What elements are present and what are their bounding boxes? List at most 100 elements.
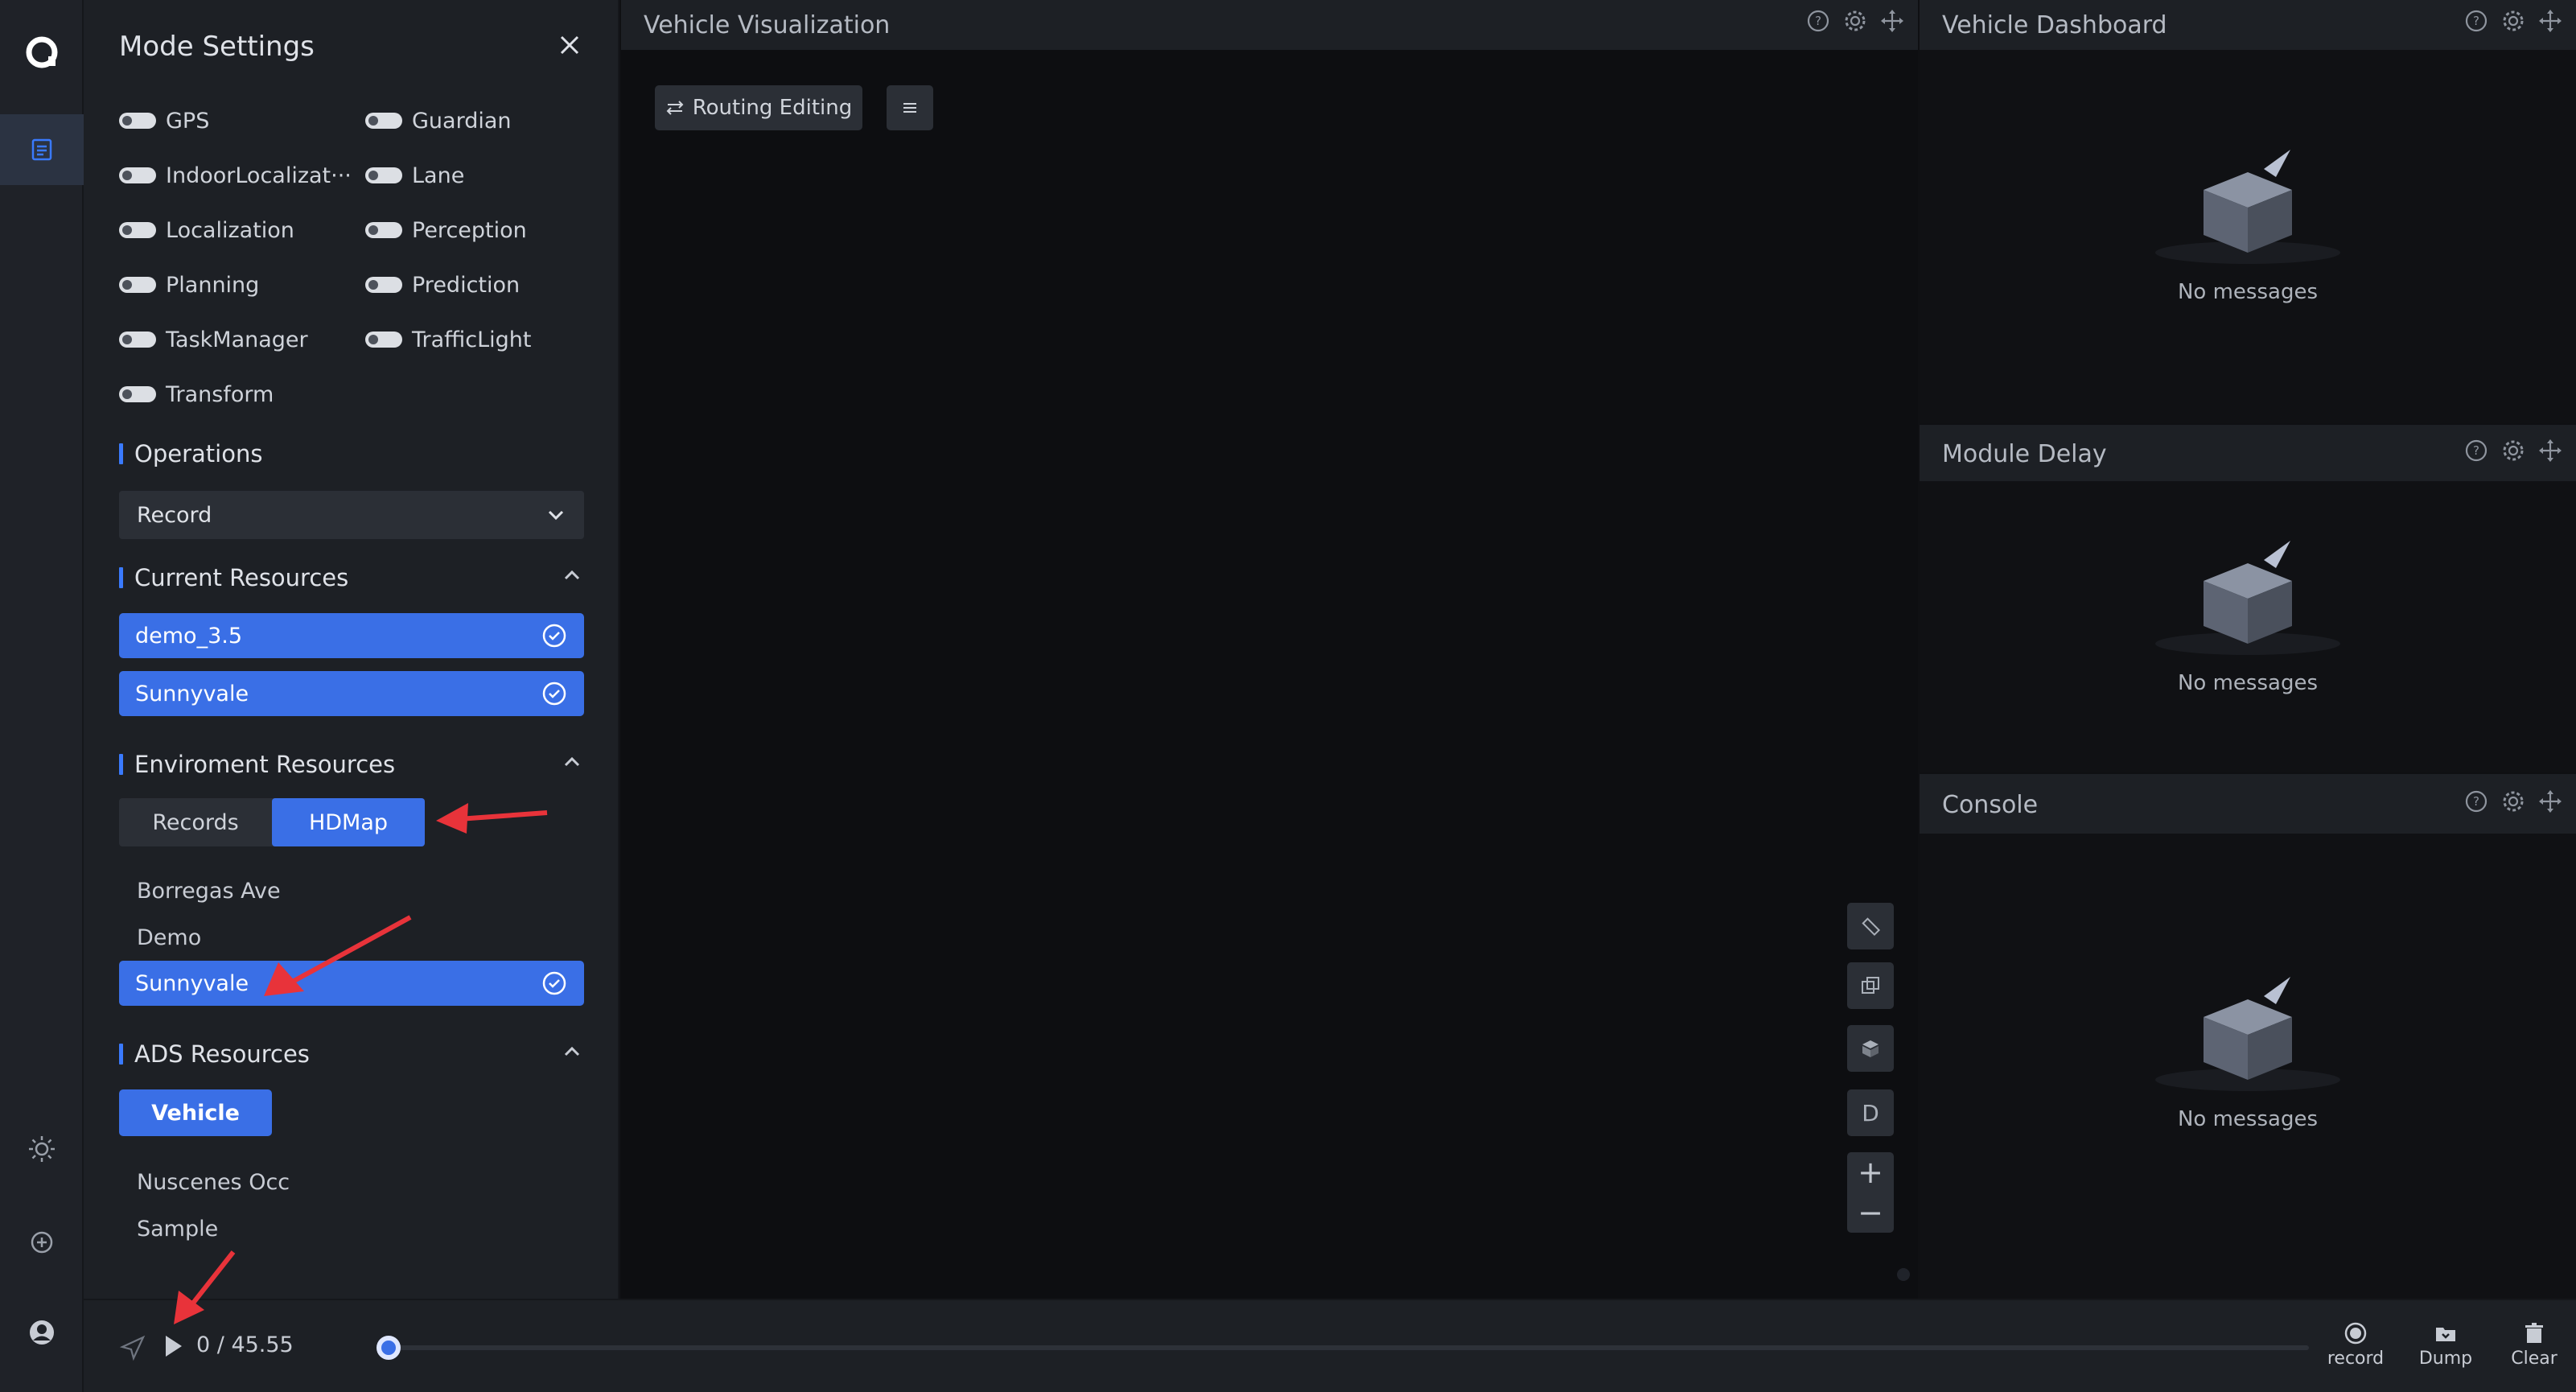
progress-track[interactable] (386, 1345, 2309, 1350)
chevron-up-icon[interactable] (560, 563, 584, 587)
section-marker (119, 1044, 123, 1065)
empty-box-icon (2155, 541, 2340, 655)
module-toggle-prediction[interactable]: Prediction (365, 269, 520, 301)
app-root: Mode Settings GPS Guardian IndoorLocaliz… (0, 0, 2576, 1392)
gear-icon[interactable] (1842, 8, 1868, 34)
module-toggle-guardian[interactable]: Guardian (365, 105, 512, 137)
operations-select[interactable]: Record (119, 491, 584, 539)
close-button[interactable] (555, 31, 584, 60)
section-marker (119, 567, 123, 588)
progress-knob[interactable] (377, 1336, 401, 1360)
toggle-switch[interactable] (119, 222, 156, 238)
panel-title: Mode Settings (119, 31, 315, 63)
toggle-switch[interactable] (119, 386, 156, 402)
env-item-borregas-ave[interactable]: Borregas Ave (137, 879, 281, 904)
svg-text:?: ? (2473, 443, 2479, 458)
panel-header-icons: ? (2463, 789, 2563, 814)
rail-mode-settings[interactable] (0, 114, 84, 185)
ruler-tool-button[interactable] (1847, 903, 1894, 949)
ads-item-sample[interactable]: Sample (137, 1217, 218, 1242)
toggle-switch[interactable] (365, 222, 402, 238)
routing-editing-button[interactable]: Routing Editing (655, 85, 862, 130)
section-current-resources: Current Resources (119, 562, 348, 594)
drag-move-icon[interactable] (1879, 8, 1905, 34)
module-toggle-planning[interactable]: Planning (119, 269, 259, 301)
no-messages-text: No messages (2177, 1107, 2318, 1131)
rail-theme[interactable] (0, 1114, 84, 1184)
no-messages-text: No messages (2177, 280, 2318, 304)
module-toggle-indoor-localization[interactable]: IndoorLocalizat··· (119, 159, 352, 192)
current-resource-item[interactable]: demo_3.5 (119, 613, 584, 658)
env-item-selected[interactable]: Sunnyvale (119, 961, 584, 1006)
gear-icon[interactable] (2500, 8, 2526, 34)
playback-bar: 0 / 45.55 record Dump Clear (84, 1299, 2576, 1392)
check-circle-icon (542, 971, 566, 995)
check-circle-icon (542, 624, 566, 648)
help-icon[interactable]: ? (1805, 8, 1831, 34)
mode-settings-panel: Mode Settings GPS Guardian IndoorLocaliz… (84, 0, 619, 1299)
env-item-demo[interactable]: Demo (137, 925, 201, 950)
tab-hdmap[interactable]: HDMap (272, 798, 425, 846)
toggle-switch[interactable] (119, 113, 156, 129)
empty-state: No messages (2147, 541, 2348, 695)
zoom-in-button[interactable]: + (1858, 1155, 1883, 1190)
vehicle-visualization-panel: Vehicle Visualization ? Routing Editing … (621, 0, 1918, 1299)
toggle-switch[interactable] (365, 113, 402, 129)
module-toggle-localization[interactable]: Localization (119, 214, 294, 246)
toggle-switch[interactable] (119, 332, 156, 348)
drag-move-icon[interactable] (2537, 438, 2563, 463)
zoom-out-button[interactable]: − (1858, 1195, 1883, 1230)
vehicle-dashboard-panel: Vehicle Dashboard ? No messages (1920, 0, 2576, 423)
rail-user[interactable] (0, 1297, 84, 1368)
rail-add[interactable] (0, 1207, 84, 1278)
panel-title: Console (1942, 790, 2039, 819)
section-marker (119, 754, 123, 775)
help-icon[interactable]: ? (2463, 8, 2489, 34)
toggle-switch[interactable] (365, 332, 402, 348)
empty-box-icon (2155, 977, 2340, 1091)
module-toggle-gps[interactable]: GPS (119, 105, 209, 137)
chevron-up-icon[interactable] (560, 1040, 584, 1064)
no-messages-text: No messages (2177, 671, 2318, 695)
module-toggle-taskmanager[interactable]: TaskManager (119, 323, 308, 356)
apollo-logo-icon[interactable] (22, 32, 62, 72)
sun-icon (29, 1136, 55, 1162)
current-resource-item[interactable]: Sunnyvale (119, 671, 584, 716)
default-view-button[interactable]: D (1847, 1089, 1894, 1136)
vehicle-button[interactable]: Vehicle (119, 1089, 272, 1136)
copy-view-button[interactable] (1847, 962, 1894, 1009)
panel-header: Console ? (1920, 776, 2576, 834)
toggle-switch[interactable] (119, 277, 156, 293)
toggle-switch[interactable] (119, 167, 156, 183)
toggle-switch[interactable] (365, 167, 402, 183)
status-dot (1897, 1268, 1910, 1281)
clear-button[interactable]: Clear (2494, 1321, 2574, 1369)
route-menu-button[interactable] (887, 85, 933, 130)
module-toggle-lane[interactable]: Lane (365, 159, 464, 192)
3d-view-button[interactable] (1847, 1025, 1894, 1072)
drag-move-icon[interactable] (2537, 789, 2563, 814)
ads-item-nuscenes-occ[interactable]: Nuscenes Occ (137, 1170, 290, 1195)
dump-button[interactable]: Dump (2405, 1321, 2486, 1369)
panel-header-icons: ? (1805, 8, 1905, 34)
play-icon[interactable] (159, 1332, 187, 1360)
module-toggle-trafficlight[interactable]: TrafficLight (365, 323, 532, 356)
chevron-up-icon[interactable] (560, 750, 584, 774)
send-icon[interactable] (119, 1334, 146, 1361)
drag-move-icon[interactable] (2537, 8, 2563, 34)
record-button[interactable]: record (2315, 1321, 2396, 1369)
tab-records[interactable]: Records (119, 798, 272, 846)
module-toggle-transform[interactable]: Transform (119, 378, 274, 410)
module-toggle-perception[interactable]: Perception (365, 214, 527, 246)
record-icon (2344, 1322, 2367, 1345)
section-ads-resources: ADS Resources (119, 1038, 310, 1070)
help-icon[interactable]: ? (2463, 789, 2489, 814)
gear-icon[interactable] (2500, 789, 2526, 814)
left-rail (0, 0, 84, 1392)
help-icon[interactable]: ? (2463, 438, 2489, 463)
console-panel: Console ? No messages (1920, 774, 2576, 1299)
section-operations: Operations (119, 438, 262, 470)
zoom-controls: + − (1847, 1152, 1894, 1233)
toggle-switch[interactable] (365, 277, 402, 293)
gear-icon[interactable] (2500, 438, 2526, 463)
